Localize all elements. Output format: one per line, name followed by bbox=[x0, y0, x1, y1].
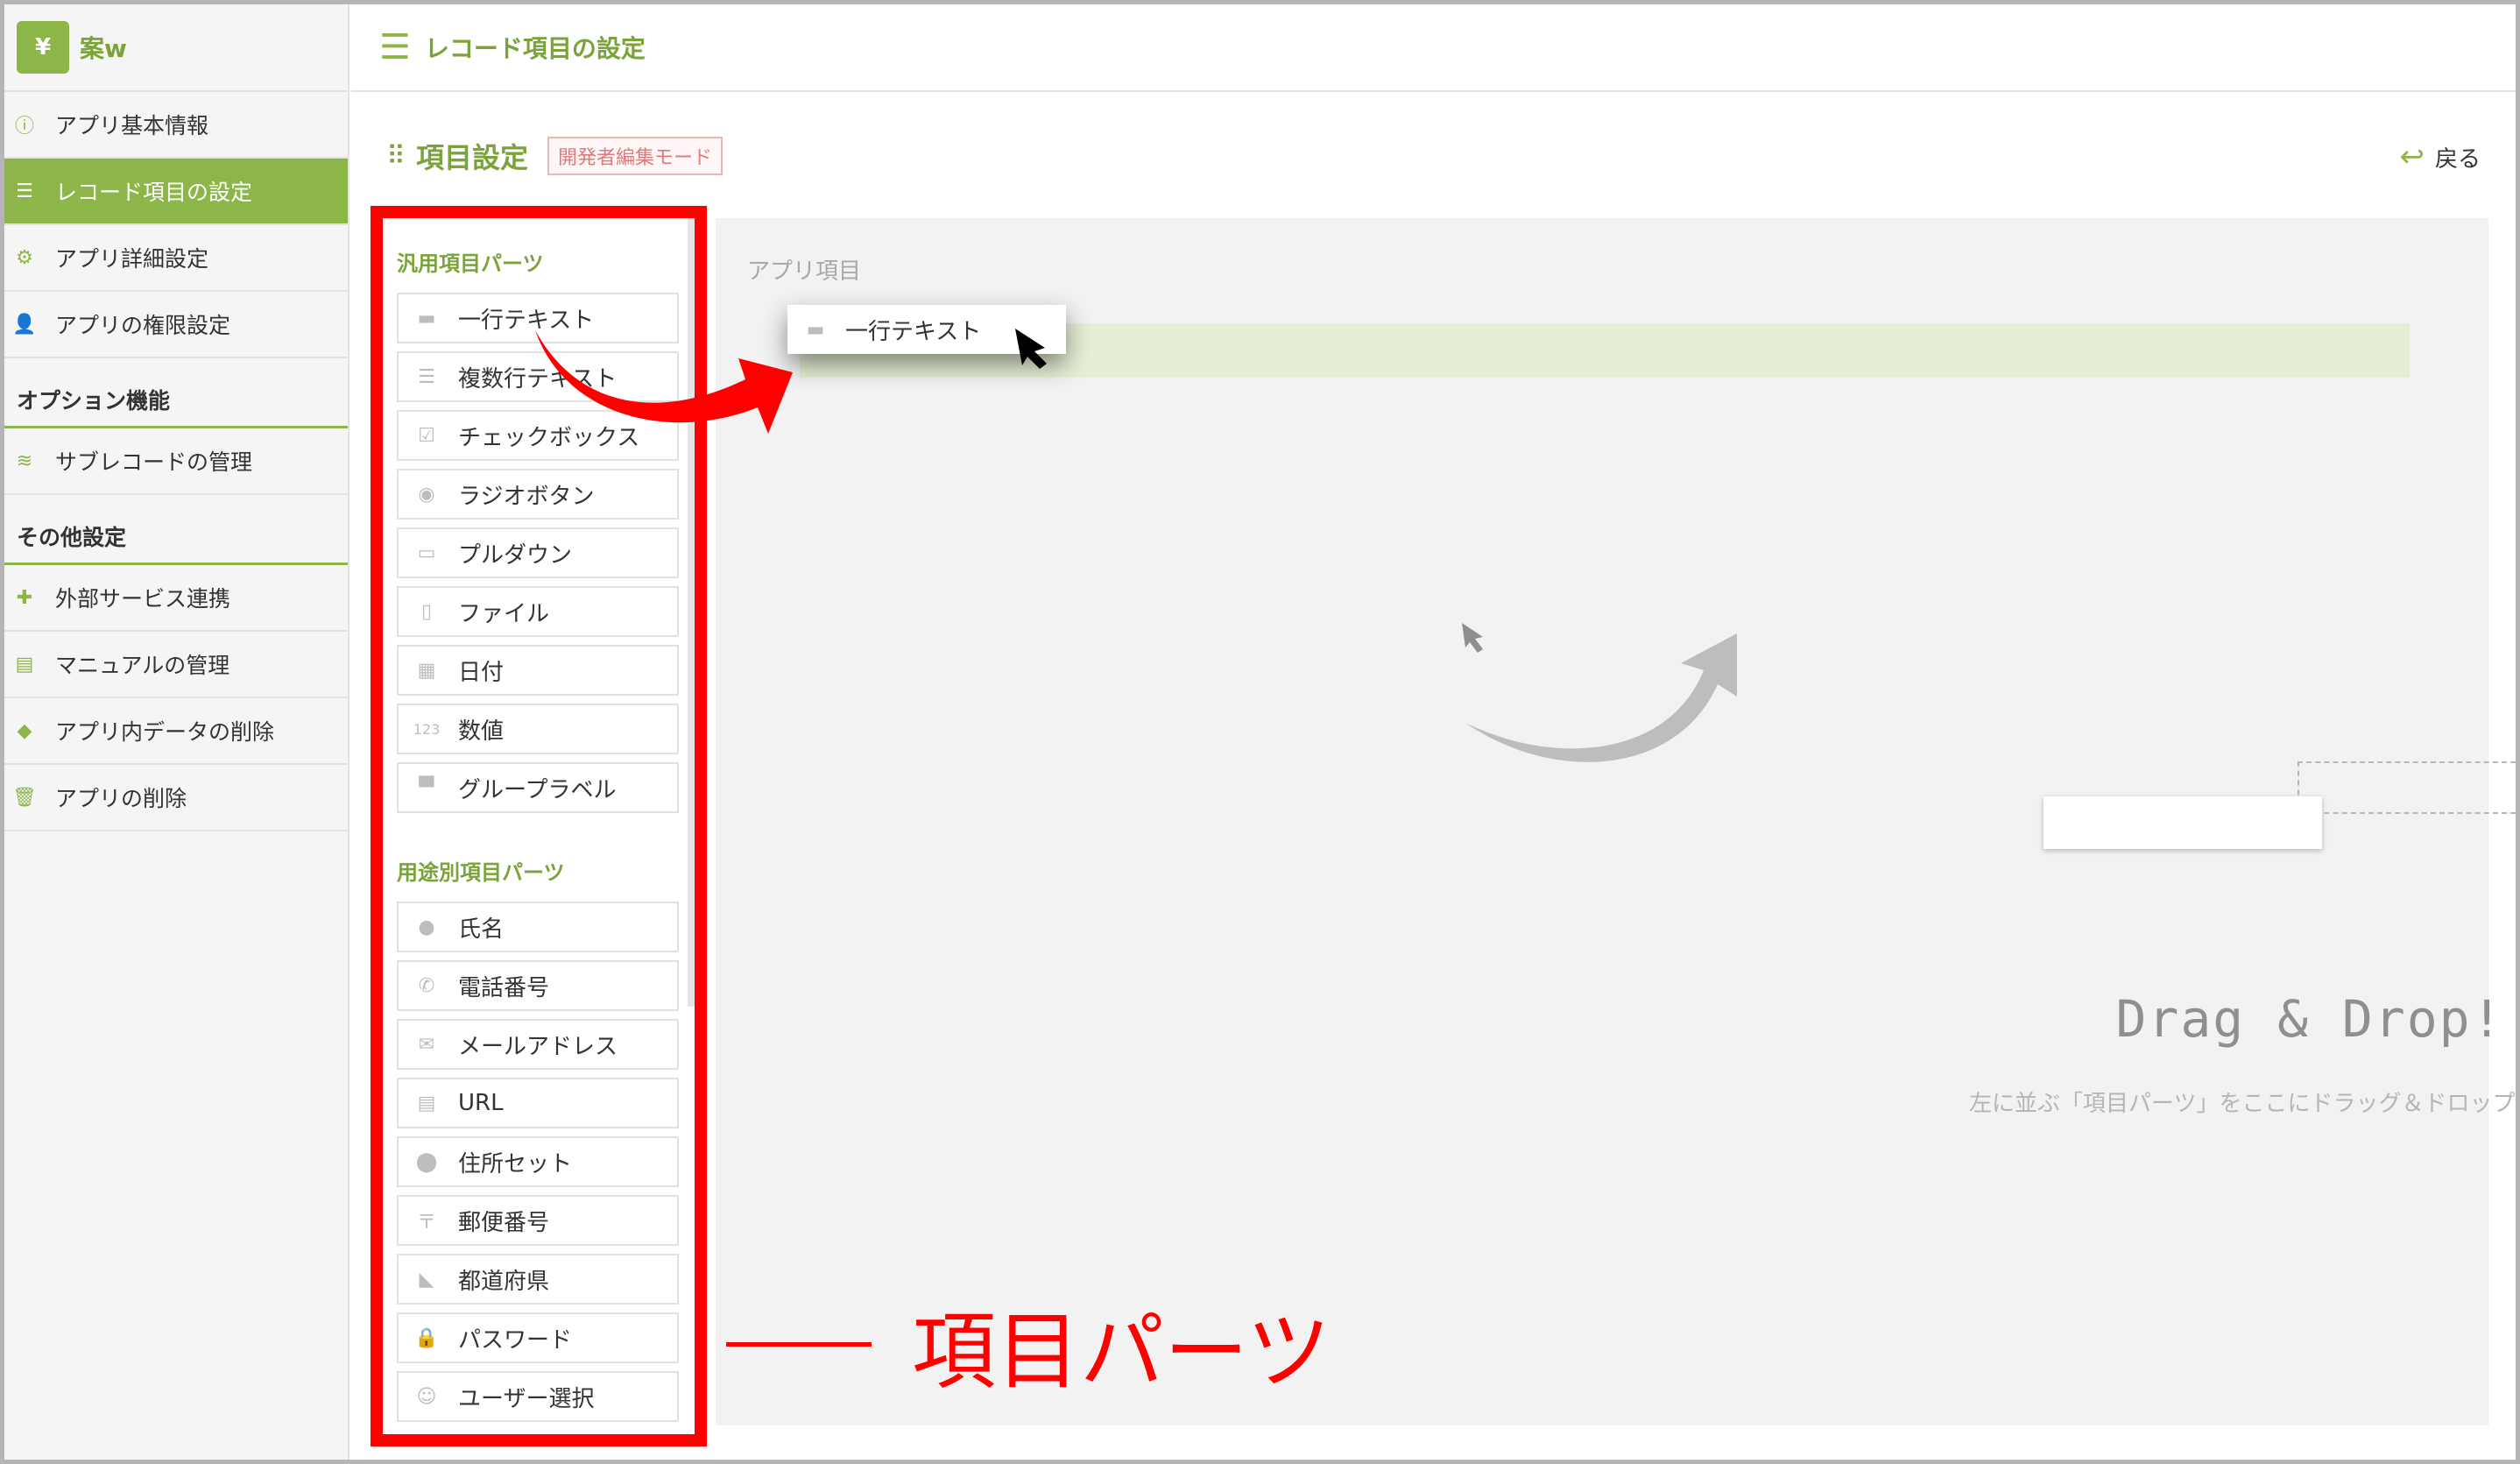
cursor-icon bbox=[1015, 329, 1047, 369]
window-frame: ¥ 案w ⓘ アプリ基本情報 ☰ レコード項目の設定 ⚙ アプリ詳細設定 👤 ア… bbox=[0, 0, 2520, 1464]
parts-callout: 項目パーツ bbox=[726, 1284, 1331, 1405]
callout-line bbox=[726, 1342, 872, 1347]
callout-text: 項目パーツ bbox=[912, 1303, 1331, 1401]
gray-illustration-arrow bbox=[1465, 633, 1737, 762]
red-drag-arrow bbox=[535, 330, 793, 434]
illustration-cursor-icon bbox=[1462, 623, 1483, 653]
overlay-graphics bbox=[535, 329, 1737, 762]
